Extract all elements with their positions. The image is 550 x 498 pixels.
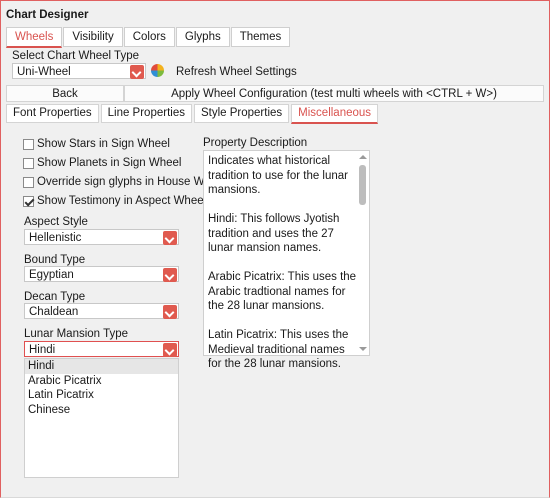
tab-wheels[interactable]: Wheels bbox=[6, 27, 63, 48]
tab-colors[interactable]: Colors bbox=[123, 27, 175, 47]
lunar-mansion-dropdown-list[interactable]: Hindi Arabic Picatrix Latin Picatrix Chi… bbox=[24, 358, 179, 478]
list-item[interactable]: Chinese bbox=[25, 403, 178, 418]
property-tab-bar: Font Properties Line Properties Style Pr… bbox=[6, 104, 380, 124]
bound-type-value: Egyptian bbox=[29, 269, 74, 281]
chevron-down-icon[interactable] bbox=[163, 268, 177, 282]
property-description-label: Property Description bbox=[203, 137, 308, 149]
show-planets-checkbox[interactable] bbox=[23, 157, 34, 169]
lunar-mansion-value: Hindi bbox=[29, 344, 56, 356]
tab-line-properties[interactable]: Line Properties bbox=[100, 104, 192, 123]
refresh-wheel-icon[interactable] bbox=[151, 64, 164, 77]
decan-type-select[interactable]: Chaldean bbox=[24, 303, 179, 319]
tab-visibility[interactable]: Visibility bbox=[63, 27, 123, 47]
list-item[interactable]: Arabic Picatrix bbox=[25, 374, 178, 389]
tab-font-properties[interactable]: Font Properties bbox=[6, 104, 99, 123]
show-planets-label: Show Planets in Sign Wheel bbox=[37, 157, 182, 169]
show-testimony-option[interactable]: Show Testimony in Aspect Wheel bbox=[23, 194, 226, 208]
decan-type-value: Chaldean bbox=[29, 306, 79, 318]
description-scrollbar[interactable] bbox=[357, 152, 368, 354]
show-stars-checkbox[interactable] bbox=[23, 138, 34, 150]
window-title: Chart Designer bbox=[6, 9, 89, 21]
tab-themes[interactable]: Themes bbox=[230, 27, 291, 47]
list-item[interactable]: Latin Picatrix bbox=[25, 388, 178, 403]
override-glyphs-label: Override sign glyphs in House Wheel bbox=[37, 176, 227, 188]
scroll-up-icon[interactable] bbox=[359, 155, 367, 159]
show-testimony-label: Show Testimony in Aspect Wheel bbox=[37, 195, 207, 207]
chevron-down-icon[interactable] bbox=[163, 343, 177, 357]
override-glyphs-option[interactable]: Override sign glyphs in House Wheel bbox=[23, 175, 226, 189]
scroll-thumb[interactable] bbox=[359, 165, 366, 205]
tab-glyphs[interactable]: Glyphs bbox=[175, 27, 230, 47]
bound-type-label: Bound Type bbox=[24, 254, 86, 266]
lunar-mansion-label: Lunar Mansion Type bbox=[24, 328, 128, 340]
list-item[interactable]: Hindi bbox=[25, 359, 178, 374]
chevron-down-icon[interactable] bbox=[163, 305, 177, 319]
top-tab-bar: Wheels Visibility Colors Glyphs Themes bbox=[6, 27, 291, 48]
chevron-down-icon[interactable] bbox=[130, 65, 144, 79]
property-description-text: Indicates what historical tradition to u… bbox=[208, 155, 357, 370]
wheel-type-select[interactable]: Uni-Wheel bbox=[12, 63, 146, 79]
scroll-down-icon[interactable] bbox=[359, 347, 367, 351]
aspect-style-select[interactable]: Hellenistic bbox=[24, 229, 179, 245]
bound-type-select[interactable]: Egyptian bbox=[24, 266, 179, 282]
back-button[interactable]: Back bbox=[6, 85, 124, 102]
apply-wheel-configuration-button[interactable]: Apply Wheel Configuration (test multi wh… bbox=[124, 85, 544, 102]
aspect-style-label: Aspect Style bbox=[24, 216, 88, 228]
show-planets-option[interactable]: Show Planets in Sign Wheel bbox=[23, 156, 226, 170]
aspect-style-value: Hellenistic bbox=[29, 232, 82, 244]
show-stars-option[interactable]: Show Stars in Sign Wheel bbox=[23, 137, 226, 151]
show-stars-label: Show Stars in Sign Wheel bbox=[37, 138, 170, 150]
wheel-type-value: Uni-Wheel bbox=[17, 66, 71, 78]
refresh-wheel-label[interactable]: Refresh Wheel Settings bbox=[176, 66, 297, 78]
chevron-down-icon[interactable] bbox=[163, 231, 177, 245]
decan-type-label: Decan Type bbox=[24, 291, 86, 303]
override-glyphs-checkbox[interactable] bbox=[23, 176, 34, 188]
tab-style-properties[interactable]: Style Properties bbox=[193, 104, 290, 123]
show-testimony-checkbox[interactable] bbox=[23, 195, 34, 207]
checkbox-group: Show Stars in Sign Wheel Show Planets in… bbox=[23, 137, 226, 208]
lunar-mansion-select[interactable]: Hindi bbox=[24, 341, 179, 357]
property-description-box: Indicates what historical tradition to u… bbox=[203, 150, 370, 370]
tab-miscellaneous[interactable]: Miscellaneous bbox=[291, 104, 379, 124]
wheel-type-label: Select Chart Wheel Type bbox=[12, 50, 139, 62]
